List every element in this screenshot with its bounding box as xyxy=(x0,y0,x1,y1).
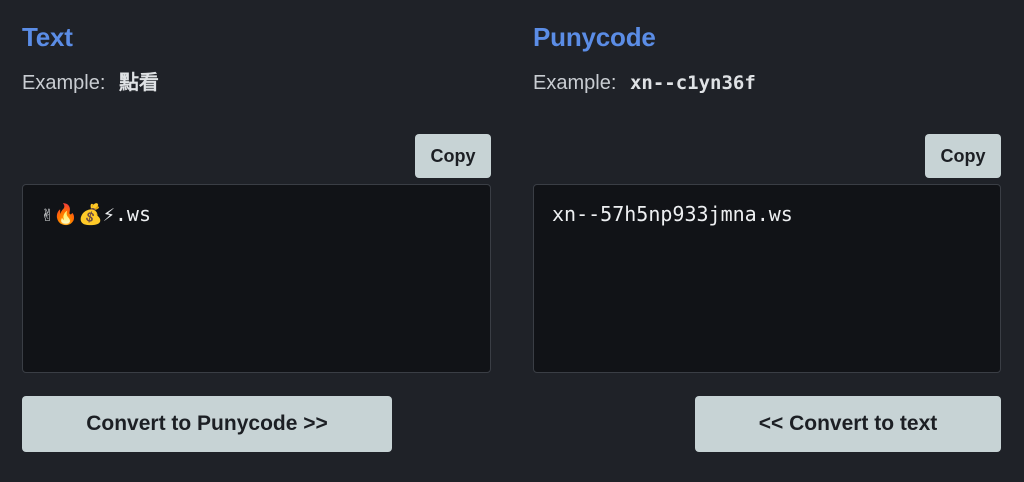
punycode-example-label: Example: xyxy=(533,72,617,94)
text-example-value: 點看 xyxy=(118,72,159,94)
punycode-example: Example: xn--c1yn36f xyxy=(533,70,756,96)
punycode-input[interactable]: xn--57h5np933jmna.ws xyxy=(533,184,1001,373)
convert-to-punycode-button[interactable]: Convert to Punycode >> xyxy=(22,396,392,452)
text-title: Text xyxy=(22,22,73,52)
punycode-panel: Punycode Example: xn--c1yn36f Copy xn--5… xyxy=(533,0,1001,482)
text-example-label: Example: xyxy=(22,72,106,94)
convert-to-text-button[interactable]: << Convert to text xyxy=(695,396,1001,452)
punycode-copy-button[interactable]: Copy xyxy=(925,134,1001,178)
text-example: Example: 點看 xyxy=(22,70,159,96)
text-copy-button[interactable]: Copy xyxy=(415,134,491,178)
punycode-example-value: xn--c1yn36f xyxy=(629,72,756,94)
punycode-title: Punycode xyxy=(533,22,656,52)
text-panel: Text Example: 點看 Copy ✌🔥💰⚡.ws Convert to… xyxy=(22,0,491,482)
text-input[interactable]: ✌🔥💰⚡.ws xyxy=(22,184,491,373)
